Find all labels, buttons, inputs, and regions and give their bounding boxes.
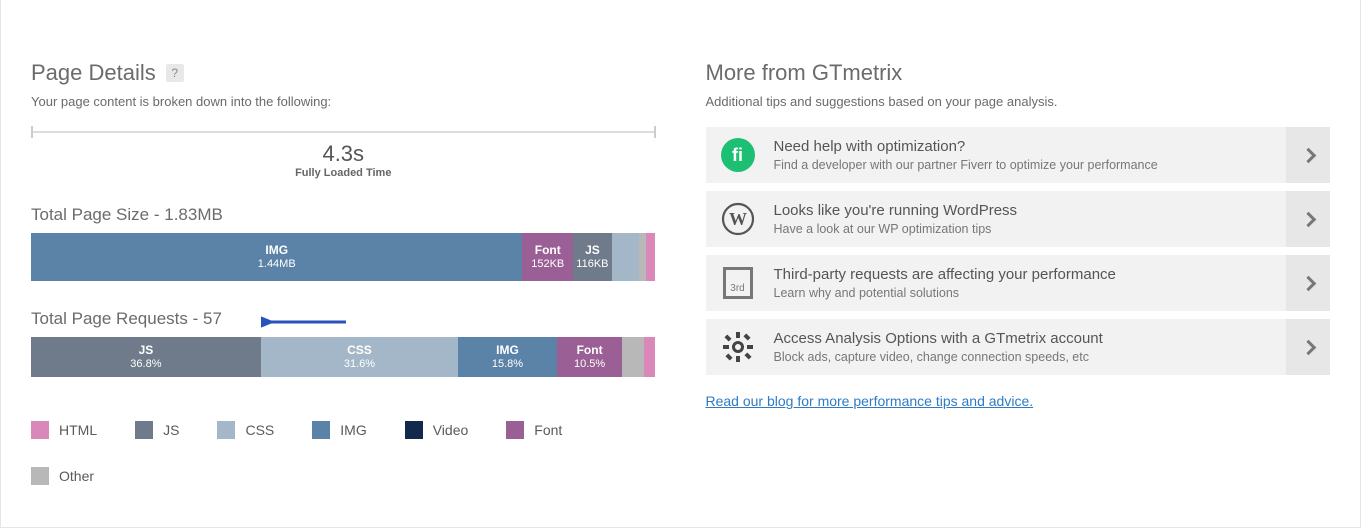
page-details-heading: Page Details ? bbox=[31, 60, 656, 86]
segment-css[interactable] bbox=[612, 233, 639, 281]
segment-value: 116KB bbox=[576, 258, 608, 272]
suggestion-desc: Block ads, capture video, change connect… bbox=[774, 350, 1269, 364]
segment-value: 152KB bbox=[531, 258, 564, 272]
chevron-right-icon[interactable] bbox=[1286, 319, 1330, 375]
request-breakdown-bar: JS36.8%CSS31.6%IMG15.8%Font10.5% bbox=[31, 337, 656, 377]
suggestion-icon-slot: 3rd bbox=[720, 265, 756, 301]
legend-item-img: IMG bbox=[312, 421, 366, 439]
suggestion-icon-slot bbox=[720, 329, 756, 365]
segment-label: JS bbox=[139, 343, 154, 358]
fiverr-icon: fi bbox=[721, 138, 755, 172]
suggestion-body: Third-party requests are affecting your … bbox=[774, 266, 1269, 300]
segment-value: 10.5% bbox=[574, 358, 605, 372]
legend-item-other: Other bbox=[31, 467, 94, 485]
suggestion-icon-slot: W bbox=[720, 201, 756, 237]
suggestion-desc: Learn why and potential solutions bbox=[774, 286, 1269, 300]
suggestion-title: Looks like you're running WordPress bbox=[774, 202, 1269, 219]
legend-item-js: JS bbox=[135, 421, 179, 439]
more-heading: More from GTmetrix bbox=[706, 60, 1331, 86]
gear-icon bbox=[722, 331, 754, 363]
segment-img[interactable]: IMG15.8% bbox=[458, 337, 557, 377]
legend-label: IMG bbox=[340, 422, 366, 438]
segment-label: IMG bbox=[496, 343, 519, 358]
segment-value: 15.8% bbox=[492, 358, 523, 372]
segment-html[interactable] bbox=[644, 337, 655, 377]
total-page-size-heading: Total Page Size - 1.83MB bbox=[31, 205, 656, 225]
suggestion-wordpress[interactable]: W Looks like you're running WordPress Have… bbox=[706, 191, 1331, 247]
suggestion-desc: Have a look at our WP optimization tips bbox=[774, 222, 1269, 236]
segment-label: JS bbox=[585, 243, 600, 258]
suggestion-body: Need help with optimization? Find a devel… bbox=[774, 138, 1269, 172]
chevron-right-icon[interactable] bbox=[1286, 127, 1330, 183]
legend-swatch bbox=[31, 421, 49, 439]
legend-swatch bbox=[312, 421, 330, 439]
legend-item-video: Video bbox=[405, 421, 469, 439]
segment-other[interactable] bbox=[622, 337, 644, 377]
fully-loaded-label: Fully Loaded Time bbox=[31, 167, 656, 179]
segment-js[interactable]: JS116KB bbox=[573, 233, 612, 281]
suggestion-title: Third-party requests are affecting your … bbox=[774, 266, 1269, 283]
help-icon[interactable]: ? bbox=[166, 64, 184, 82]
legend-swatch bbox=[405, 421, 423, 439]
svg-text:W: W bbox=[729, 209, 747, 229]
fully-loaded-value: 4.3s bbox=[31, 141, 656, 167]
suggestion-third[interactable]: 3rd Third-party requests are affecting yo… bbox=[706, 255, 1331, 311]
suggestion-fiverr[interactable]: fi Need help with optimization? Find a dev… bbox=[706, 127, 1331, 183]
segment-label: Font bbox=[535, 243, 561, 258]
timeline-bar bbox=[31, 127, 656, 137]
legend: HTML JS CSS IMG Video Font Other bbox=[31, 421, 656, 485]
segment-font[interactable]: Font10.5% bbox=[557, 337, 623, 377]
segment-value: 36.8% bbox=[130, 358, 161, 372]
suggestion-body: Looks like you're running WordPress Have … bbox=[774, 202, 1269, 236]
segment-other[interactable] bbox=[639, 233, 646, 281]
legend-swatch bbox=[135, 421, 153, 439]
segment-value: 1.44MB bbox=[258, 258, 296, 272]
segment-js[interactable]: JS36.8% bbox=[31, 337, 261, 377]
segment-font[interactable]: Font152KB bbox=[522, 233, 573, 281]
legend-item-html: HTML bbox=[31, 421, 97, 439]
third-party-icon: 3rd bbox=[723, 267, 753, 299]
wordpress-icon: W bbox=[721, 202, 755, 236]
segment-img[interactable]: IMG1.44MB bbox=[31, 233, 522, 281]
size-breakdown-bar: IMG1.44MBFont152KBJS116KB bbox=[31, 233, 656, 281]
page-details-heading-text: Page Details bbox=[31, 60, 156, 86]
segment-label: Font bbox=[577, 343, 603, 358]
suggestion-title: Access Analysis Options with a GTmetrix … bbox=[774, 330, 1269, 347]
suggestion-body: Access Analysis Options with a GTmetrix … bbox=[774, 330, 1269, 364]
legend-label: CSS bbox=[245, 422, 274, 438]
segment-html[interactable] bbox=[646, 233, 655, 281]
chevron-right-icon[interactable] bbox=[1286, 255, 1330, 311]
more-subtext: Additional tips and suggestions based on… bbox=[706, 94, 1331, 109]
legend-item-css: CSS bbox=[217, 421, 274, 439]
chevron-right-icon[interactable] bbox=[1286, 191, 1330, 247]
legend-swatch bbox=[31, 467, 49, 485]
legend-label: Font bbox=[534, 422, 562, 438]
blog-link[interactable]: Read our blog for more performance tips … bbox=[706, 393, 1034, 409]
legend-swatch bbox=[506, 421, 524, 439]
suggestion-icon-slot: fi bbox=[720, 137, 756, 173]
page-details-subtext: Your page content is broken down into th… bbox=[31, 94, 656, 109]
segment-value: 31.6% bbox=[344, 358, 375, 372]
legend-swatch bbox=[217, 421, 235, 439]
legend-label: Other bbox=[59, 468, 94, 484]
suggestion-desc: Find a developer with our partner Fiverr… bbox=[774, 158, 1269, 172]
segment-label: IMG bbox=[265, 243, 288, 258]
legend-item-font: Font bbox=[506, 421, 562, 439]
annotation-arrow-icon bbox=[261, 311, 351, 333]
suggestion-gear[interactable]: Access Analysis Options with a GTmetrix … bbox=[706, 319, 1331, 375]
legend-label: HTML bbox=[59, 422, 97, 438]
legend-label: JS bbox=[163, 422, 179, 438]
legend-label: Video bbox=[433, 422, 469, 438]
segment-css[interactable]: CSS31.6% bbox=[261, 337, 458, 377]
suggestion-title: Need help with optimization? bbox=[774, 138, 1269, 155]
segment-label: CSS bbox=[347, 343, 372, 358]
